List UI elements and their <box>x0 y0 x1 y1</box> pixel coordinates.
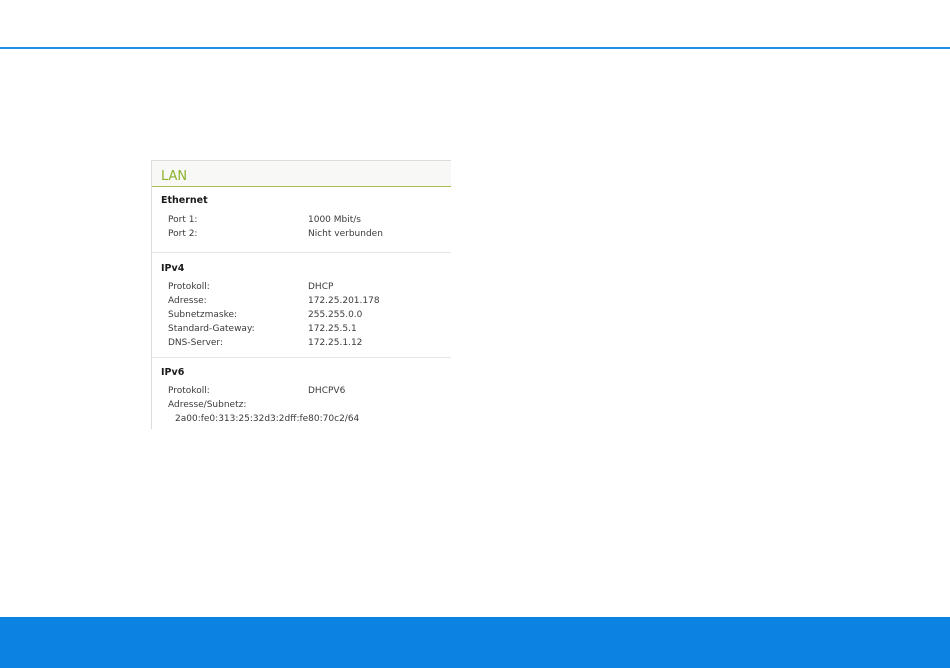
ipv6-protocol-row: Protokoll: DHCPV6 <box>161 384 451 398</box>
ipv4-gateway-value: 172.25.5.1 <box>308 324 357 334</box>
ipv4-address-value: 172.25.201.178 <box>308 296 380 306</box>
ipv4-protocol-label: Protokoll: <box>168 282 210 292</box>
ipv4-subnet-row: Subnetzmaske: 255.255.0.0 <box>161 308 451 322</box>
ipv6-protocol-value: DHCPV6 <box>308 386 346 396</box>
port-2-value: Nicht verbunden <box>308 229 383 239</box>
port-1-value: 1000 Mbit/s <box>308 215 361 225</box>
lan-status-panel: LAN Ethernet Port 1: 1000 Mbit/s Port 2:… <box>151 160 451 429</box>
ipv4-gateway-label: Standard-Gateway: <box>168 324 255 334</box>
ipv4-protocol-row: Protokoll: DHCP <box>161 280 451 294</box>
ipv6-protocol-label: Protokoll: <box>168 386 210 396</box>
ipv4-address-label: Adresse: <box>168 296 207 306</box>
panel-title: LAN <box>161 169 188 184</box>
ipv6-section: IPv6 Protokoll: DHCPV6 Adresse/Subnetz: … <box>152 358 451 426</box>
ipv4-subnet-value: 255.255.0.0 <box>308 310 363 320</box>
ipv4-address-row: Adresse: 172.25.201.178 <box>161 294 451 308</box>
footer-bar <box>0 617 950 668</box>
ipv4-dns-value: 172.25.1.12 <box>308 338 363 348</box>
top-divider-line <box>0 47 950 49</box>
ipv4-dns-row: DNS-Server: 172.25.1.12 <box>161 336 451 350</box>
panel-header: LAN <box>152 161 451 187</box>
port-1-label: Port 1: <box>168 215 198 225</box>
port-2-label: Port 2: <box>168 229 198 239</box>
ipv6-heading: IPv6 <box>161 367 185 378</box>
ethernet-section: Ethernet Port 1: 1000 Mbit/s Port 2: Nic… <box>152 187 451 243</box>
port-2-row: Port 2: Nicht verbunden <box>161 227 451 241</box>
ipv4-section: IPv4 Protokoll: DHCP Adresse: 172.25.201… <box>152 253 451 350</box>
ipv4-dns-label: DNS-Server: <box>168 338 224 348</box>
ipv4-heading: IPv4 <box>161 263 185 274</box>
ipv4-protocol-value: DHCP <box>308 282 334 292</box>
ipv4-subnet-label: Subnetzmaske: <box>168 310 238 320</box>
ethernet-heading: Ethernet <box>161 195 208 206</box>
ipv6-address-value: 2a00:fe0:313:25:32d3:2dff:fe80:70c2/64 <box>175 414 360 424</box>
port-1-row: Port 1: 1000 Mbit/s <box>161 213 451 227</box>
ipv4-gateway-row: Standard-Gateway: 172.25.5.1 <box>161 322 451 336</box>
ipv6-address-label: Adresse/Subnetz: <box>168 400 247 410</box>
